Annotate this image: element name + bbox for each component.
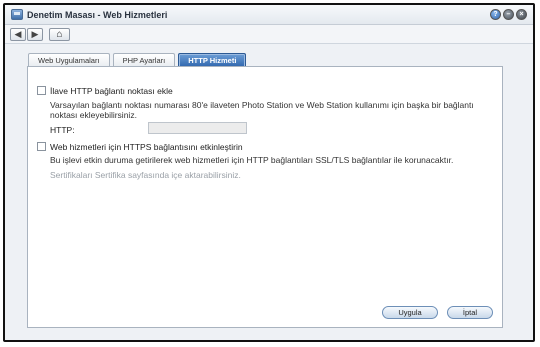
extra-http-port-description: Varsayılan bağlantı noktası numarası 80'… [50, 100, 510, 120]
tab-php-settings[interactable]: PHP Ayarları [112, 53, 176, 67]
window-title: Denetim Masası - Web Hizmetleri [27, 10, 168, 20]
control-panel-icon [11, 9, 23, 20]
close-icon[interactable]: × [516, 9, 527, 20]
https-description: Bu işlevi etkin duruma getirilerek web h… [50, 155, 454, 165]
title-bar: Denetim Masası - Web Hizmetleri ? – × [5, 5, 533, 25]
https-enable-label: Web hizmetleri için HTTPS bağlantısını e… [50, 142, 243, 152]
https-enable-checkbox[interactable] [37, 142, 46, 151]
minimize-icon[interactable]: – [503, 9, 514, 20]
tab-web-applications[interactable]: Web Uygulamaları [28, 53, 110, 67]
tab-bar: Web Uygulamaları PHP Ayarları HTTP Hizme… [28, 53, 247, 67]
extra-http-port-checkbox[interactable] [37, 86, 46, 95]
extra-http-port-label: İlave HTTP bağlantı noktası ekle [50, 86, 173, 96]
navigation-bar: ◀ ▶ ⌂ [5, 25, 533, 44]
home-icon[interactable]: ⌂ [49, 28, 70, 41]
extra-http-port-description-line1: Varsayılan bağlantı noktası numarası 80'… [50, 100, 474, 110]
cancel-button[interactable]: İptal [447, 306, 493, 319]
extra-http-port-description-line2: noktası ekleyebilirsiniz. [50, 110, 137, 120]
back-arrow-icon[interactable]: ◀ [10, 28, 26, 41]
apply-button[interactable]: Uygula [382, 306, 438, 319]
help-icon[interactable]: ? [490, 9, 501, 20]
tab-http-service[interactable]: HTTP Hizmeti [178, 53, 247, 67]
http-port-input[interactable] [148, 122, 247, 134]
http-port-label: HTTP: [50, 125, 75, 135]
forward-arrow-icon[interactable]: ▶ [27, 28, 43, 41]
certificate-note: Sertifikaları Sertifika sayfasında içe a… [50, 170, 241, 180]
window-controls: ? – × [490, 9, 527, 20]
